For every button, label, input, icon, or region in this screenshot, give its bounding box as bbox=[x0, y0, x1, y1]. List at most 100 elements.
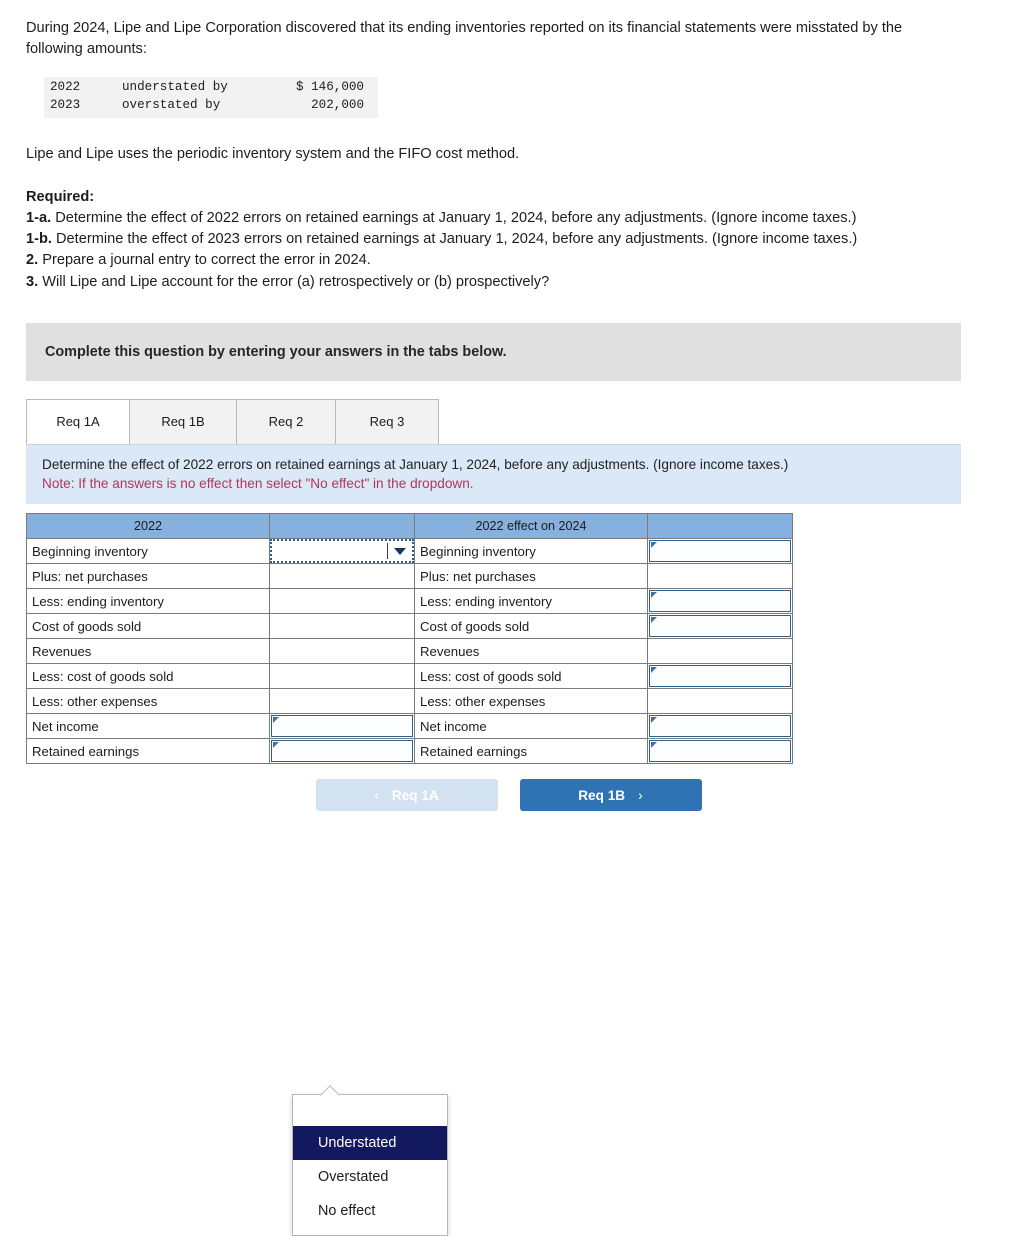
header-right-blank bbox=[647, 513, 793, 540]
row-label-left: Less: cost of goods sold bbox=[26, 663, 270, 690]
cell-marker-icon bbox=[273, 717, 279, 724]
amount-year: 2023 bbox=[50, 98, 81, 113]
answer-table-wrapper: 2022 2022 effect on 2024 Beginning inven… bbox=[26, 513, 985, 1236]
row-label-left: Cost of goods sold bbox=[26, 613, 270, 640]
intro-paragraph: During 2024, Lipe and Lipe Corporation d… bbox=[26, 20, 903, 57]
required-item-label: 1-b. bbox=[26, 231, 52, 248]
answer-input[interactable] bbox=[649, 715, 791, 738]
empty-cell bbox=[647, 688, 793, 715]
tab-label: Req 3 bbox=[369, 414, 405, 430]
amount-row: 2023 overstated by 202,000 bbox=[50, 97, 364, 115]
row-label-left: Less: other expenses bbox=[26, 688, 270, 715]
effect-dropdown-menu[interactable]: Understated Overstated No effect bbox=[292, 1094, 448, 1236]
cell-marker-icon bbox=[651, 592, 657, 599]
tab-req-1a[interactable]: Req 1A bbox=[26, 398, 130, 444]
answer-input[interactable] bbox=[649, 665, 791, 688]
effect-select-cell[interactable] bbox=[269, 538, 415, 565]
required-heading: Required: bbox=[26, 188, 95, 205]
row-label-right: Less: ending inventory bbox=[414, 588, 648, 615]
method-note: Lipe and Lipe uses the periodic inventor… bbox=[26, 146, 520, 163]
requirement-tabs: Req 1A Req 1B Req 2 Req 3 bbox=[26, 398, 985, 444]
answer-input-cell[interactable] bbox=[647, 738, 793, 765]
cell-marker-icon bbox=[651, 742, 657, 749]
required-item-text: Prepare a journal entry to correct the e… bbox=[42, 252, 371, 269]
row-label-left: Net income bbox=[26, 713, 270, 740]
row-label-right: Less: cost of goods sold bbox=[414, 663, 648, 690]
required-section: Required: 1-a. Determine the effect of 2… bbox=[26, 187, 961, 293]
instruction-note: Note: If the answers is no effect then s… bbox=[42, 475, 474, 491]
answer-input[interactable] bbox=[649, 590, 791, 613]
answer-input[interactable] bbox=[649, 540, 791, 563]
navigation-buttons: ‹ Req 1A Req 1B › bbox=[26, 779, 961, 812]
required-item: 1-a. Determine the effect of 2022 errors… bbox=[26, 208, 961, 229]
required-item: 2. Prepare a journal entry to correct th… bbox=[26, 250, 961, 271]
dropdown-option[interactable]: Understated bbox=[293, 1126, 447, 1161]
empty-cell bbox=[269, 688, 415, 715]
answer-input-cell[interactable] bbox=[647, 663, 793, 690]
answer-input[interactable] bbox=[649, 740, 791, 763]
answer-input-cell[interactable] bbox=[647, 613, 793, 640]
effect-select[interactable] bbox=[270, 539, 414, 564]
table-row: Cost of goods sold Cost of goods sold bbox=[26, 613, 793, 640]
next-req-button[interactable]: Req 1B › bbox=[519, 779, 702, 812]
tab-req-2[interactable]: Req 2 bbox=[236, 398, 336, 444]
instruction-line: Determine the effect of 2022 errors on r… bbox=[42, 456, 789, 472]
empty-cell bbox=[269, 613, 415, 640]
answer-input[interactable] bbox=[649, 615, 791, 638]
row-label-right: Retained earnings bbox=[414, 738, 648, 765]
required-item-text: Will Lipe and Lipe account for the error… bbox=[42, 273, 550, 290]
empty-cell bbox=[647, 638, 793, 665]
row-label-right: Plus: net purchases bbox=[414, 563, 648, 590]
cell-marker-icon bbox=[651, 667, 657, 674]
cell-marker-icon bbox=[273, 742, 279, 749]
misstatement-amounts-table: 2022 understated by $ 146,000 2023 overstate… bbox=[44, 77, 378, 119]
answer-input-cell[interactable] bbox=[269, 713, 415, 740]
answer-table-header-row: 2022 2022 effect on 2024 bbox=[26, 513, 793, 540]
cell-marker-icon bbox=[651, 542, 657, 549]
empty-cell bbox=[269, 563, 415, 590]
answer-input-cell[interactable] bbox=[269, 738, 415, 765]
row-label-right: Cost of goods sold bbox=[414, 613, 648, 640]
empty-cell bbox=[269, 663, 415, 690]
amount-row: 2022 understated by $ 146,000 bbox=[50, 79, 364, 97]
cell-marker-icon bbox=[651, 717, 657, 724]
required-item-label: 2. bbox=[26, 252, 39, 269]
amount-value: 202,000 bbox=[311, 98, 364, 113]
answer-input-cell[interactable] bbox=[647, 588, 793, 615]
row-label-right: Less: other expenses bbox=[414, 688, 648, 715]
table-row: Plus: net purchases Plus: net purchases bbox=[26, 563, 793, 590]
answer-table: 2022 2022 effect on 2024 Beginning inven… bbox=[26, 513, 793, 765]
chevron-down-icon[interactable] bbox=[388, 541, 412, 561]
chevron-right-icon: › bbox=[638, 787, 643, 804]
prev-req-button[interactable]: ‹ Req 1A bbox=[315, 779, 498, 812]
header-2022-effect-on-2024: 2022 effect on 2024 bbox=[414, 513, 648, 540]
table-row: Less: ending inventory Less: ending inven… bbox=[26, 588, 793, 615]
answer-input[interactable] bbox=[271, 740, 413, 763]
table-row: Beginning inventory Beginning inventory bbox=[26, 538, 793, 565]
table-row: Revenues Revenues bbox=[26, 638, 793, 665]
answer-input[interactable] bbox=[271, 715, 413, 738]
dropdown-spacer bbox=[293, 1102, 447, 1126]
prev-req-label: Req 1A bbox=[391, 787, 439, 803]
required-item: 1-b. Determine the effect of 2023 errors… bbox=[26, 229, 961, 250]
dropdown-option-label: Understated bbox=[318, 1135, 397, 1152]
instruction-banner: Complete this question by entering your … bbox=[26, 322, 961, 381]
amount-description: overstated by bbox=[122, 98, 221, 113]
next-req-label: Req 1B bbox=[578, 787, 626, 803]
amount-description: understated by bbox=[122, 80, 228, 95]
row-label-left: Less: ending inventory bbox=[26, 588, 270, 615]
required-item-label: 1-a. bbox=[26, 210, 52, 227]
answer-input-cell[interactable] bbox=[647, 538, 793, 565]
answer-input-cell[interactable] bbox=[647, 713, 793, 740]
empty-cell bbox=[647, 563, 793, 590]
table-row: Retained earnings Retained earnings bbox=[26, 738, 793, 765]
table-row: Less: cost of goods sold Less: cost of go… bbox=[26, 663, 793, 690]
row-label-left: Retained earnings bbox=[26, 738, 270, 765]
tab-label: Req 1B bbox=[161, 414, 205, 430]
dropdown-option[interactable]: No effect bbox=[293, 1194, 447, 1228]
tab-label: Req 1A bbox=[56, 414, 100, 430]
cell-marker-icon bbox=[651, 617, 657, 624]
tab-req-1b[interactable]: Req 1B bbox=[129, 398, 237, 444]
tab-req-3[interactable]: Req 3 bbox=[335, 398, 439, 444]
dropdown-option[interactable]: Overstated bbox=[293, 1160, 447, 1194]
